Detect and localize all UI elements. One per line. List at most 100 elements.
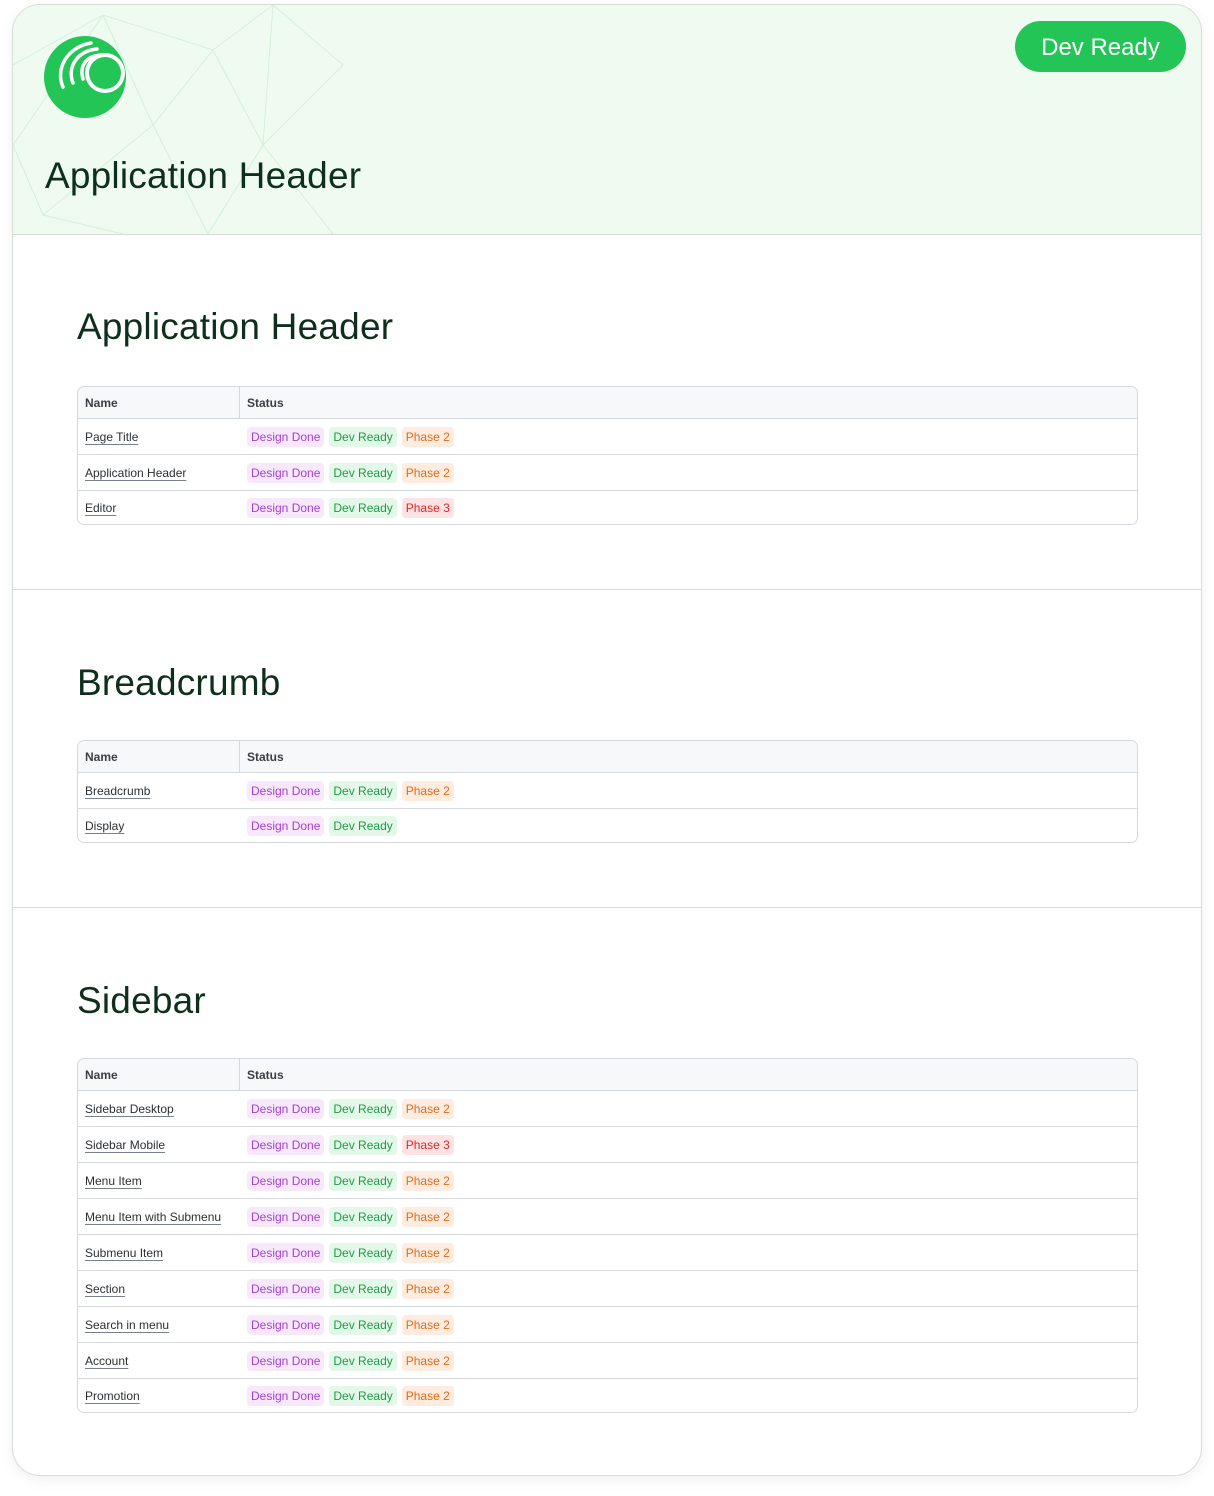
status-tag-phase2: Phase 2 bbox=[401, 1278, 454, 1299]
status-tag-dev: Dev Ready bbox=[329, 815, 397, 836]
status-tag-design: Design Done bbox=[247, 1278, 325, 1299]
status-tag-phase2: Phase 2 bbox=[401, 462, 454, 483]
table-row: Sidebar Mobile Design Done Dev Ready Phase … bbox=[78, 1127, 1137, 1163]
column-header-name: Name bbox=[78, 741, 240, 773]
table-row: Page Title Design Done Dev Ready Phase 2 bbox=[78, 419, 1137, 455]
section-application-header: Application Header Name Status Page Titl… bbox=[13, 234, 1201, 590]
table-body: Sidebar Desktop Design Done Dev Ready Phase… bbox=[78, 1091, 1137, 1412]
table-row: Sidebar Desktop Design Done Dev Ready Phase… bbox=[78, 1091, 1137, 1127]
component-link[interactable]: Account bbox=[85, 1354, 128, 1368]
status-tag-design: Design Done bbox=[247, 1170, 325, 1191]
component-name-cell: Display bbox=[78, 809, 240, 842]
components-table: Name Status Breadcrumb Design Done Dev Rea… bbox=[77, 740, 1138, 843]
status-cell: Design Done Dev Ready Phase 2 bbox=[240, 1163, 1137, 1199]
components-table: Name Status Page Title Design Done Dev Rea… bbox=[77, 386, 1138, 525]
table-header-row: Name Status bbox=[78, 387, 1137, 419]
component-link[interactable]: Editor bbox=[85, 501, 116, 515]
column-header-status: Status bbox=[240, 741, 1137, 773]
status-badge[interactable]: Dev Ready bbox=[1015, 21, 1186, 72]
status-tag-phase2: Phase 2 bbox=[401, 1314, 454, 1335]
component-link[interactable]: Application Header bbox=[85, 466, 186, 480]
components-table: Name Status Sidebar Desktop Design Done De… bbox=[77, 1058, 1138, 1413]
component-name-cell: Sidebar Desktop bbox=[78, 1091, 240, 1127]
status-tag-design: Design Done bbox=[247, 1134, 325, 1155]
column-header-name: Name bbox=[78, 1059, 240, 1091]
status-tag-dev: Dev Ready bbox=[329, 780, 397, 801]
status-tag-design: Design Done bbox=[247, 780, 325, 801]
section-title: Application Header bbox=[77, 306, 394, 347]
page-title: Application Header bbox=[45, 155, 362, 196]
status-tag-design: Design Done bbox=[247, 1385, 325, 1406]
table-row: Editor Design Done Dev Ready Phase 3 bbox=[78, 491, 1137, 524]
status-tag-dev: Dev Ready bbox=[329, 426, 397, 447]
status-tag-phase2: Phase 2 bbox=[401, 1385, 454, 1406]
status-tag-dev: Dev Ready bbox=[329, 1278, 397, 1299]
column-header-status: Status bbox=[240, 387, 1137, 419]
status-tag-phase2: Phase 2 bbox=[401, 1206, 454, 1227]
section-breadcrumb: Breadcrumb Name Status Breadcrumb Design … bbox=[13, 590, 1201, 908]
status-cell: Design Done Dev Ready Phase 2 bbox=[240, 1343, 1137, 1379]
table-row: Menu Item Design Done Dev Ready Phase 2 bbox=[78, 1163, 1137, 1199]
component-link[interactable]: Page Title bbox=[85, 430, 138, 444]
component-link[interactable]: Submenu Item bbox=[85, 1246, 163, 1260]
status-tag-design: Design Done bbox=[247, 1242, 325, 1263]
status-cell: Design Done Dev Ready Phase 2 bbox=[240, 1199, 1137, 1235]
component-name-cell: Promotion bbox=[78, 1379, 240, 1412]
status-tag-design: Design Done bbox=[247, 1098, 325, 1119]
status-cell: Design Done Dev Ready Phase 2 bbox=[240, 1307, 1137, 1343]
status-cell: Design Done Dev Ready Phase 2 bbox=[240, 773, 1137, 809]
status-tag-design: Design Done bbox=[247, 497, 325, 518]
status-tag-dev: Dev Ready bbox=[329, 462, 397, 483]
status-tag-dev: Dev Ready bbox=[329, 1170, 397, 1191]
table-row: Section Design Done Dev Ready Phase 2 bbox=[78, 1271, 1137, 1307]
status-tag-phase2: Phase 2 bbox=[401, 1098, 454, 1119]
table-row: Account Design Done Dev Ready Phase 2 bbox=[78, 1343, 1137, 1379]
column-header-status: Status bbox=[240, 1059, 1137, 1091]
section-title: Sidebar bbox=[77, 980, 206, 1021]
page-header: Application Header Dev Ready bbox=[13, 5, 1201, 235]
status-tag-design: Design Done bbox=[247, 462, 325, 483]
table-row: Search in menu Design Done Dev Ready Phase … bbox=[78, 1307, 1137, 1343]
status-cell: Design Done Dev Ready Phase 3 bbox=[240, 1127, 1137, 1163]
status-tag-phase2: Phase 2 bbox=[401, 780, 454, 801]
component-name-cell: Account bbox=[78, 1343, 240, 1379]
status-tag-phase2: Phase 2 bbox=[401, 1350, 454, 1371]
status-tag-phase2: Phase 2 bbox=[401, 1242, 454, 1263]
component-name-cell: Menu Item bbox=[78, 1163, 240, 1199]
status-tag-dev: Dev Ready bbox=[329, 1206, 397, 1227]
status-tag-phase3: Phase 3 bbox=[401, 497, 454, 518]
table-body: Page Title Design Done Dev Ready Phase 2 App… bbox=[78, 419, 1137, 524]
table-row: Submenu Item Design Done Dev Ready Phase 2 bbox=[78, 1235, 1137, 1271]
status-tag-design: Design Done bbox=[247, 815, 325, 836]
component-link[interactable]: Display bbox=[85, 819, 124, 833]
component-link[interactable]: Breadcrumb bbox=[85, 784, 150, 798]
table-row: Promotion Design Done Dev Ready Phase 2 bbox=[78, 1379, 1137, 1412]
component-name-cell: Breadcrumb bbox=[78, 773, 240, 809]
status-cell: Design Done Dev Ready Phase 2 bbox=[240, 419, 1137, 455]
status-tag-dev: Dev Ready bbox=[329, 1098, 397, 1119]
status-tag-dev: Dev Ready bbox=[329, 1314, 397, 1335]
status-tag-dev: Dev Ready bbox=[329, 497, 397, 518]
status-tag-phase2: Phase 2 bbox=[401, 426, 454, 447]
status-cell: Design Done Dev Ready Phase 2 bbox=[240, 1271, 1137, 1307]
page-card: Application Header Dev Ready Application… bbox=[12, 4, 1202, 1476]
component-link[interactable]: Sidebar Mobile bbox=[85, 1138, 165, 1152]
status-tag-phase3: Phase 3 bbox=[401, 1134, 454, 1155]
table-row: Menu Item with Submenu Design Done Dev Rea… bbox=[78, 1199, 1137, 1235]
component-link[interactable]: Sidebar Desktop bbox=[85, 1102, 174, 1116]
component-link[interactable]: Menu Item with Submenu bbox=[85, 1210, 221, 1224]
status-tag-dev: Dev Ready bbox=[329, 1242, 397, 1263]
column-header-name: Name bbox=[78, 387, 240, 419]
component-name-cell: Search in menu bbox=[78, 1307, 240, 1343]
component-link[interactable]: Promotion bbox=[85, 1389, 140, 1403]
status-cell: Design Done Dev Ready bbox=[240, 809, 1137, 842]
status-tag-dev: Dev Ready bbox=[329, 1134, 397, 1155]
component-link[interactable]: Menu Item bbox=[85, 1174, 142, 1188]
status-cell: Design Done Dev Ready Phase 2 bbox=[240, 1379, 1137, 1412]
table-header-row: Name Status bbox=[78, 741, 1137, 773]
component-name-cell: Page Title bbox=[78, 419, 240, 455]
section-sidebar: Sidebar Name Status Sidebar Desktop Desig… bbox=[13, 908, 1201, 1475]
component-link[interactable]: Search in menu bbox=[85, 1318, 169, 1332]
component-link[interactable]: Section bbox=[85, 1282, 125, 1296]
table-row: Application Header Design Done Dev Ready Ph… bbox=[78, 455, 1137, 491]
